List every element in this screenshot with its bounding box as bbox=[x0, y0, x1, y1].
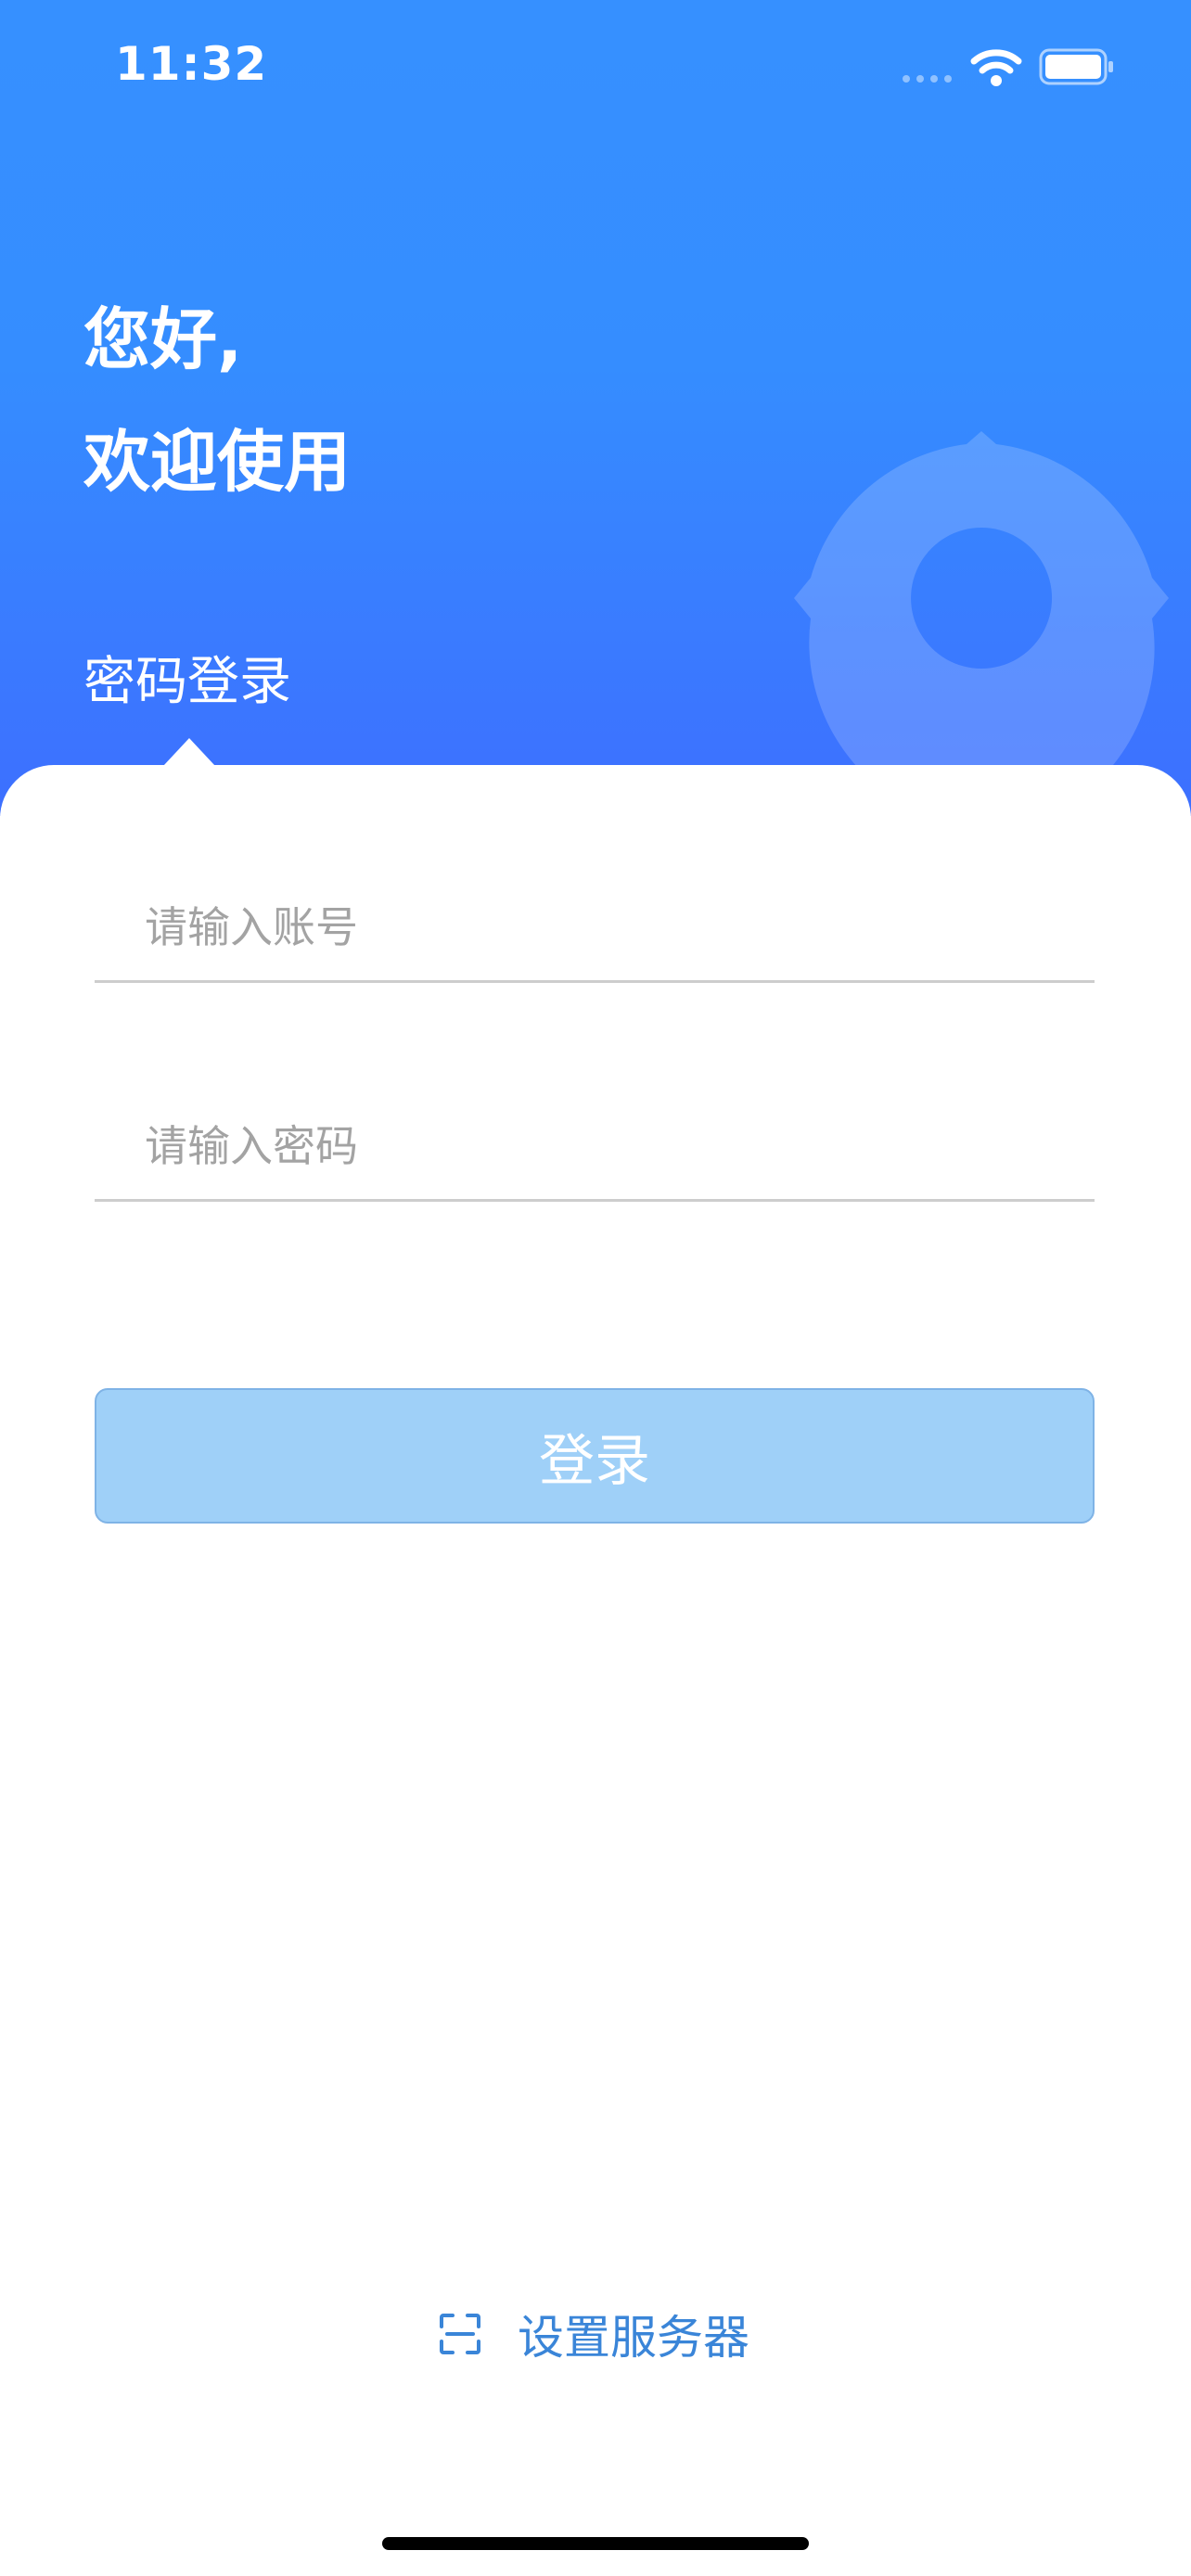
scan-icon bbox=[440, 2314, 480, 2354]
greeting-line-1: 您好, bbox=[83, 300, 243, 378]
greeting-line-2: 欢迎使用 bbox=[83, 423, 352, 501]
status-bar: 11:32 bbox=[0, 0, 1191, 130]
logo-watermark-icon bbox=[794, 431, 1169, 816]
wifi-icon bbox=[970, 49, 1022, 86]
signal-dots-icon bbox=[903, 75, 952, 83]
account-field bbox=[95, 869, 1095, 983]
tab-indicator bbox=[163, 738, 215, 766]
header-banner: 11:32 您好, 欢迎使用 密码登录 bbox=[0, 0, 1191, 816]
password-field bbox=[95, 1088, 1095, 1202]
tab-password-login[interactable]: 密码登录 bbox=[83, 640, 291, 715]
set-server-link[interactable]: 设置服务器 bbox=[438, 2302, 749, 2366]
password-input[interactable] bbox=[145, 1104, 1054, 1188]
battery-icon bbox=[1039, 48, 1113, 85]
account-input[interactable] bbox=[145, 886, 1054, 969]
greeting: 您好, 欢迎使用 bbox=[83, 278, 351, 523]
set-server-label: 设置服务器 bbox=[518, 2311, 749, 2365]
login-button[interactable]: 登录 bbox=[95, 1388, 1095, 1524]
home-indicator bbox=[382, 2537, 809, 2550]
status-time: 11:32 bbox=[115, 37, 268, 91]
